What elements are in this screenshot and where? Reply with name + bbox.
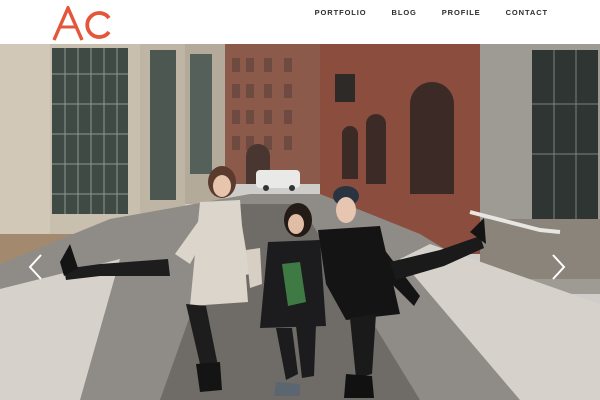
nav-contact[interactable]: CONTACT (506, 8, 548, 17)
hero-slider (0, 44, 600, 400)
nav-portfolio[interactable]: PORTFOLIO (315, 8, 367, 17)
main-nav: PORTFOLIO BLOG PROFILE CONTACT (290, 8, 548, 17)
nav-blog[interactable]: BLOG (392, 8, 417, 17)
site-header: PORTFOLIO BLOG PROFILE CONTACT (0, 0, 600, 44)
hero-photo (0, 44, 600, 400)
nav-profile[interactable]: PROFILE (442, 8, 481, 17)
prev-slide-button[interactable] (26, 252, 46, 282)
next-slide-button[interactable] (548, 252, 568, 282)
chevron-right-icon (552, 254, 566, 280)
logo[interactable] (52, 3, 114, 42)
chevron-left-icon (28, 254, 42, 280)
